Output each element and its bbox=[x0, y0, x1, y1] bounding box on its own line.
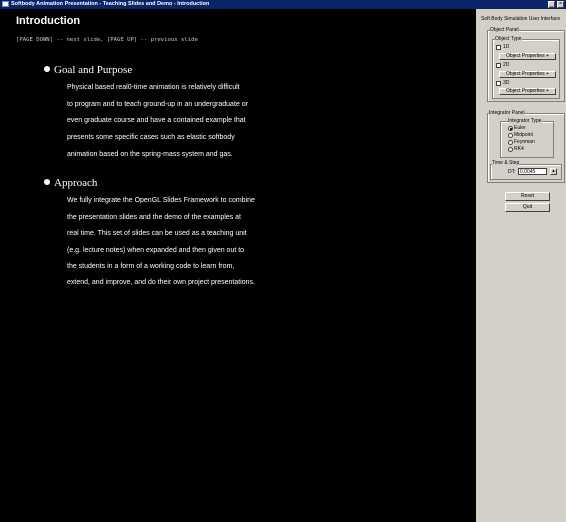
title-bar: Softbody Animation Presentation - Teachi… bbox=[0, 0, 566, 9]
object-type-label: Object Type bbox=[495, 36, 522, 42]
checkbox-1d[interactable] bbox=[496, 45, 501, 50]
object-properties-2d-button[interactable]: Object Properties + bbox=[499, 71, 556, 78]
slide-canvas[interactable]: Introduction [PAGE DOWN] -- next slide, … bbox=[0, 9, 476, 522]
integrator-panel-legend: Integrator Panel bbox=[489, 110, 525, 116]
reset-button[interactable]: Reset bbox=[505, 192, 550, 201]
quit-button[interactable]: Quit bbox=[505, 203, 550, 212]
text-line: the presentation slides and the demo of … bbox=[67, 214, 241, 221]
text-line: (e.g. lecture notes) when expanded and t… bbox=[67, 247, 245, 254]
bullet-icon bbox=[44, 179, 50, 185]
panel-title: Soft Body Simulation User Interface bbox=[481, 16, 561, 22]
dt-spinner[interactable]: ▴ bbox=[550, 168, 557, 175]
section-heading-approach: Approach bbox=[54, 177, 98, 189]
radio-feynman-label: Feynman bbox=[514, 139, 535, 145]
text-line: even graduate course and have a containe… bbox=[67, 117, 246, 124]
integrator-type-label: Integrator Type bbox=[508, 118, 542, 124]
close-button[interactable]: × bbox=[557, 1, 564, 8]
dt-input[interactable]: 0.0045 bbox=[518, 168, 547, 175]
text-line: Physical based real0-time animation is r… bbox=[67, 84, 240, 91]
object-properties-3d-button[interactable]: Object Properties + bbox=[499, 88, 556, 95]
checkbox-2d[interactable] bbox=[496, 63, 501, 68]
dt-label: DT: bbox=[508, 169, 516, 175]
slide-title: Introduction bbox=[16, 15, 81, 27]
app-icon bbox=[2, 1, 9, 7]
checkbox-1d-label: 1D bbox=[503, 44, 510, 50]
radio-rk4[interactable] bbox=[508, 147, 513, 152]
bullet-icon bbox=[44, 66, 50, 72]
window-title: Softbody Animation Presentation - Teachi… bbox=[11, 1, 210, 7]
text-line: to program and to teach ground-up in an … bbox=[67, 101, 248, 108]
text-line: animation based on the spring-mass syste… bbox=[67, 151, 233, 158]
checkbox-2d-label: 2D bbox=[503, 62, 510, 68]
text-line: We fully integrate the OpenGL Slides Fra… bbox=[67, 197, 255, 204]
navigation-hint: [PAGE DOWN] -- next slide, [PAGE UP] -- … bbox=[16, 37, 198, 43]
radio-midpoint[interactable] bbox=[508, 133, 513, 138]
radio-euler-label: Euler bbox=[514, 125, 526, 131]
checkbox-3d[interactable] bbox=[496, 81, 501, 86]
checkbox-3d-label: 3D bbox=[503, 80, 510, 86]
minimize-button[interactable]: _ bbox=[548, 1, 555, 8]
radio-midpoint-label: Midpoint bbox=[514, 132, 533, 138]
object-panel-legend: Object Panel bbox=[490, 27, 519, 33]
text-line: the students in a form of a working code… bbox=[67, 263, 235, 270]
radio-rk4-label: RK4 bbox=[514, 146, 524, 152]
radio-euler[interactable] bbox=[508, 126, 513, 131]
text-line: presents some specific cases such as ela… bbox=[67, 134, 235, 141]
time-step-legend: Time & Step bbox=[492, 160, 520, 166]
object-properties-1d-button[interactable]: Object Properties + bbox=[499, 53, 556, 60]
section-heading-goal: Goal and Purpose bbox=[54, 64, 133, 76]
radio-feynman[interactable] bbox=[508, 140, 513, 145]
text-line: real time. This set of slides can be use… bbox=[67, 230, 247, 237]
text-line: extend, and improve, and do their own pr… bbox=[67, 279, 255, 286]
